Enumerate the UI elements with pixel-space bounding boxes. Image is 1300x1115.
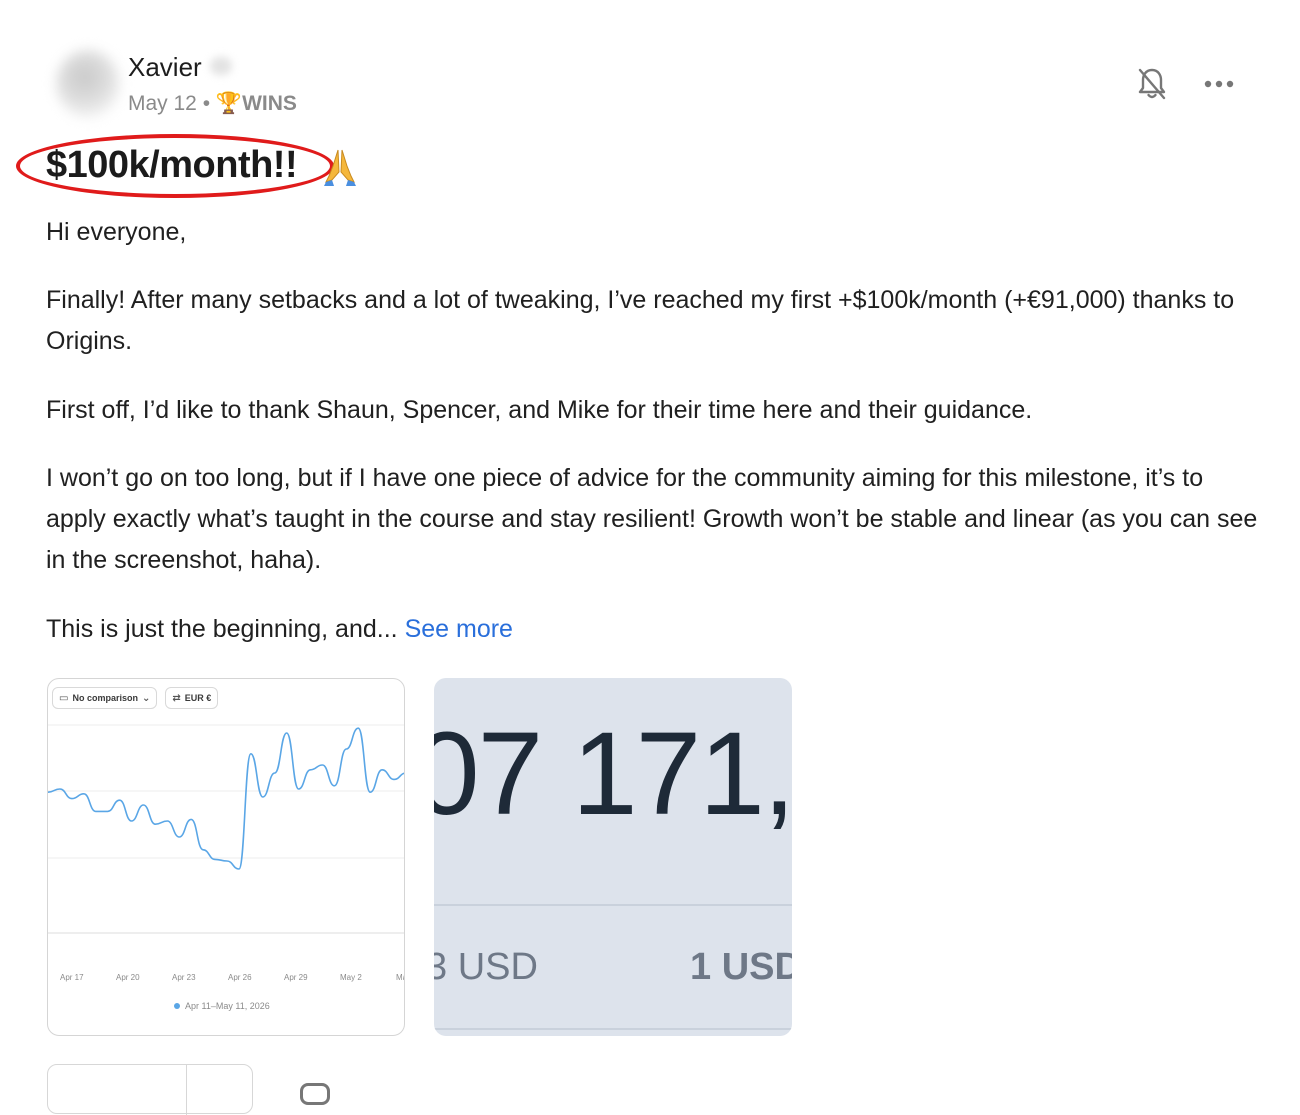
divider xyxy=(434,904,792,906)
post-paragraph: First off, I’d like to thank Shaun, Spen… xyxy=(46,396,1033,424)
x-tick-label: Apr 23 xyxy=(172,973,196,982)
category-trophy-icon: 🏆 xyxy=(215,92,243,115)
divider xyxy=(434,1028,792,1030)
line-chart: Apr 17 Apr 20 Apr 23 Apr 26 Apr 29 May 2 Ma xyxy=(48,724,405,982)
series-line xyxy=(48,727,404,870)
post-title-block: $100k/month!! xyxy=(16,134,346,202)
bell-off-icon[interactable] xyxy=(1136,66,1168,102)
x-tick-label: Apr 17 xyxy=(60,973,84,982)
category-label[interactable]: WINS xyxy=(242,92,297,115)
author-name-redacted xyxy=(210,57,232,75)
usd-label-right: 1 USD xyxy=(690,946,792,988)
exchange-icon: ⇄ xyxy=(172,692,181,704)
post-paragraph: Finally! After many setbacks and a lot o… xyxy=(46,286,1235,355)
more-horizontal-icon[interactable] xyxy=(1200,70,1238,98)
comparison-label: No comparison xyxy=(72,693,138,703)
comparison-dropdown: ▭ No comparison ⌄ xyxy=(52,687,158,709)
calendar-icon: ▭ xyxy=(59,692,69,704)
usd-label-left: 3 USD xyxy=(434,946,538,988)
comment-icon[interactable] xyxy=(300,1083,330,1105)
avatar[interactable] xyxy=(56,50,120,118)
legend-label: Apr 11–May 11, 2026 xyxy=(185,1001,270,1011)
see-more-link[interactable]: See more xyxy=(405,615,513,643)
legend-dot xyxy=(174,1003,180,1009)
x-tick-label: Apr 26 xyxy=(228,973,252,982)
x-tick-label: Ma xyxy=(396,973,405,982)
x-tick-label: Apr 20 xyxy=(116,973,140,982)
post-paragraph-text: This is just the beginning, and... xyxy=(46,615,398,643)
currency-dropdown: ⇄ EUR € xyxy=(165,687,219,709)
like-button-group[interactable] xyxy=(47,1064,253,1115)
chart-toolbar: ▭ No comparison ⌄ ⇄ EUR € xyxy=(52,687,219,709)
chevron-down-icon: ⌄ xyxy=(141,692,151,704)
post-title: $100k/month!! xyxy=(46,144,298,186)
author-name[interactable]: Xavier xyxy=(128,51,202,83)
praying-hands-icon xyxy=(324,149,356,186)
post-paragraph-truncated: This is just the beginning, and... See m… xyxy=(46,609,1261,650)
post-date: May 12 xyxy=(128,92,197,115)
x-tick-label: May 2 xyxy=(340,973,362,982)
post-paragraph: Hi everyone, xyxy=(46,218,187,246)
attachment-chart-image[interactable]: ▭ No comparison ⌄ ⇄ EUR € Apr 17 Apr 20 Ap… xyxy=(47,678,405,1036)
post-meta: May 12 • 🏆WINS xyxy=(128,90,297,118)
currency-label: EUR € xyxy=(184,693,212,703)
attachment-balance-image[interactable]: 07 171,3 3 USD 1 USD xyxy=(434,678,792,1036)
meta-separator: • xyxy=(202,92,211,115)
post-paragraph: I won’t go on too long, but if I have on… xyxy=(46,464,1258,574)
divider xyxy=(186,1065,187,1115)
balance-amount: 07 171,3 xyxy=(434,708,792,840)
x-tick-label: Apr 29 xyxy=(284,973,308,982)
chart-legend: Apr 11–May 11, 2026 xyxy=(174,1001,270,1011)
